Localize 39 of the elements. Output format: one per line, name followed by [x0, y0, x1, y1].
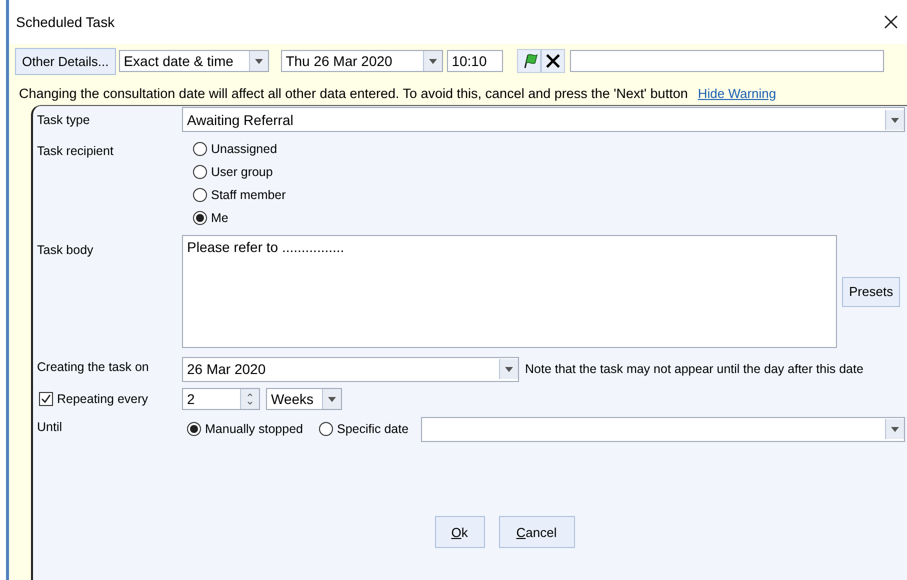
close-icon[interactable]	[883, 14, 899, 30]
radio-label: Unassigned	[211, 142, 278, 156]
checkbox-label: Repeating every	[57, 392, 148, 406]
cancel-button[interactable]: Cancel	[498, 516, 574, 548]
field-label: Task type	[37, 112, 91, 129]
radio-button[interactable]	[193, 142, 207, 156]
field-label: Creating the task on	[37, 359, 150, 376]
number-spinner[interactable]: 2	[182, 388, 260, 410]
radio-label: Staff member	[211, 188, 286, 202]
other-details-button[interactable]: Other Details...	[15, 48, 116, 74]
flag-icon[interactable]	[516, 49, 541, 73]
task-body-field[interactable]: Please refer to ................	[182, 235, 837, 348]
radio-label: Me	[211, 211, 228, 225]
field-label: Until	[37, 419, 64, 436]
radio-button[interactable]	[193, 165, 207, 179]
ok-button[interactable]: Ok	[434, 516, 484, 548]
unit-dropdown[interactable]: Weeks	[266, 388, 342, 410]
clear-icon[interactable]	[540, 49, 565, 73]
field-label: Task body	[37, 242, 94, 259]
presets-button[interactable]: Presets	[842, 276, 900, 306]
field-label: Task recipient	[37, 143, 114, 160]
radio-button[interactable]	[193, 188, 207, 202]
radio-label: User group	[211, 165, 273, 179]
timing-dropdown[interactable]: Exact date & time	[118, 50, 269, 72]
text-field[interactable]	[570, 50, 884, 72]
radio-button[interactable]	[193, 211, 207, 225]
radio-label: Specific date	[336, 422, 409, 436]
task-type-dropdown[interactable]: Awaiting Referral	[182, 107, 905, 132]
date-dropdown[interactable]: Thu 26 Mar 2020	[280, 50, 443, 72]
radio-button[interactable]	[318, 422, 333, 436]
checkbox[interactable]	[39, 392, 53, 406]
window-title: Scheduled Task	[16, 14, 115, 30]
radio-label: Manually stopped	[205, 422, 303, 436]
radio-button[interactable]	[187, 422, 201, 436]
time-field[interactable]: 10:10	[446, 50, 503, 72]
hide-warning-link[interactable]: Hide Warning	[698, 86, 776, 101]
warning-text: Changing the consultation date will affect all other data entered. To avoid this, cancel and press the 'Next' button	[19, 86, 688, 101]
note-text: Note that the task may not appear until the day after this date	[525, 362, 864, 376]
date-dropdown[interactable]: 26 Mar 2020	[182, 356, 519, 382]
